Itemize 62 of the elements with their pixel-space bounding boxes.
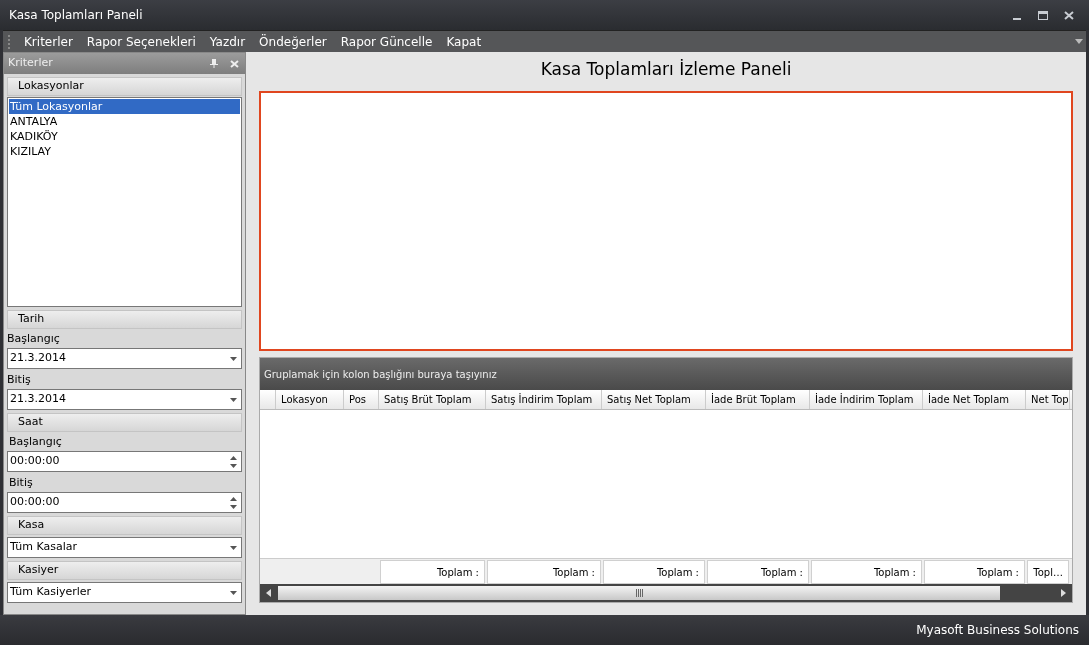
list-item[interactable]: KIZILAY xyxy=(9,144,240,159)
spinner-icon[interactable] xyxy=(230,496,237,509)
field-label: Bitiş xyxy=(7,372,32,388)
page-title: Kasa Toplamları İzleme Paneli xyxy=(539,58,793,81)
column-header[interactable]: İade Brüt Toplam xyxy=(706,390,810,409)
grip-icon xyxy=(7,33,11,50)
list-item[interactable]: KADIKÖY xyxy=(9,129,240,144)
dropdown-arrow-icon[interactable] xyxy=(230,397,237,402)
dropdown-arrow-icon[interactable] xyxy=(1075,39,1083,44)
section-header[interactable]: Kasiyer xyxy=(7,561,242,580)
column-header[interactable]: Satış Net Toplam xyxy=(602,390,706,409)
section-header[interactable]: Lokasyonlar xyxy=(7,77,242,96)
menu-item[interactable]: Öndeğerler xyxy=(252,32,334,51)
group-hint: Gruplamak için kolon başlığını buraya taşıyınız xyxy=(264,367,497,382)
date-field[interactable]: 21.3.2014 xyxy=(7,348,242,369)
footer-cell: Toplam : xyxy=(811,560,922,584)
grip-icon xyxy=(635,589,643,597)
spinner-icon[interactable] xyxy=(230,455,237,468)
menu-item[interactable]: Kriterler xyxy=(17,32,80,51)
list-item[interactable]: Tüm Lokasyonlar xyxy=(9,99,240,114)
time-field[interactable]: 00:00:00 xyxy=(7,492,242,513)
section-header[interactable]: Tarih xyxy=(7,310,242,329)
list-item[interactable]: ANTALYA xyxy=(9,114,240,129)
close-icon[interactable] xyxy=(230,59,239,68)
footer-cell: Toplam : xyxy=(380,560,485,584)
column-header[interactable]: Lokasyon xyxy=(276,390,344,409)
horizontal-scrollbar[interactable] xyxy=(260,584,1072,602)
field-label: Bitiş xyxy=(8,475,34,491)
field-label: Başlangıç xyxy=(8,434,63,450)
footer-cell: Topl… xyxy=(1027,560,1069,584)
column-header[interactable]: İade Net Toplam xyxy=(923,390,1026,409)
menu-item[interactable]: Rapor Seçenekleri xyxy=(79,32,203,51)
scrollbar-thumb[interactable] xyxy=(278,586,1000,600)
field-label: Başlangıç xyxy=(7,331,61,347)
section-header[interactable]: Saat xyxy=(7,413,242,432)
column-header[interactable]: Net Top xyxy=(1026,390,1070,409)
dropdown-arrow-icon[interactable] xyxy=(230,545,237,550)
combo-box[interactable]: Tüm Kasalar xyxy=(7,537,242,558)
combo-box[interactable]: Tüm Kasiyerler xyxy=(7,582,242,603)
column-header[interactable]: Satış İndirim Toplam xyxy=(486,390,602,409)
column-header[interactable]: Pos xyxy=(344,390,379,409)
menu-item[interactable]: Rapor Güncelle xyxy=(333,32,440,51)
minimize-icon xyxy=(1013,17,1021,20)
date-field[interactable]: 21.3.2014 xyxy=(7,389,242,410)
footer-cell: Toplam : xyxy=(707,560,809,584)
close-icon xyxy=(1064,10,1074,20)
column-header[interactable]: Satış Brüt Toplam xyxy=(379,390,486,409)
section-header[interactable]: Kasa xyxy=(7,516,242,535)
menu-item[interactable]: Kapat xyxy=(439,32,489,51)
footer-cell: Toplam : xyxy=(924,560,1025,584)
time-field[interactable]: 00:00:00 xyxy=(7,451,242,472)
footer-cell: Toplam : xyxy=(487,560,601,584)
dropdown-arrow-icon[interactable] xyxy=(230,356,237,361)
status-text: Myasoft Business Solutions xyxy=(916,622,1079,639)
column-header[interactable]: İade İndirim Toplam xyxy=(810,390,923,409)
pin-icon[interactable] xyxy=(210,59,218,68)
panel-title: Kriterler xyxy=(8,55,54,72)
dropdown-arrow-icon[interactable] xyxy=(230,590,237,595)
maximize-icon xyxy=(1038,10,1048,20)
footer-cell: Toplam : xyxy=(603,560,705,584)
window-title: Kasa Toplamları Paneli xyxy=(9,7,144,24)
menu-item[interactable]: Yazdır xyxy=(202,32,253,51)
